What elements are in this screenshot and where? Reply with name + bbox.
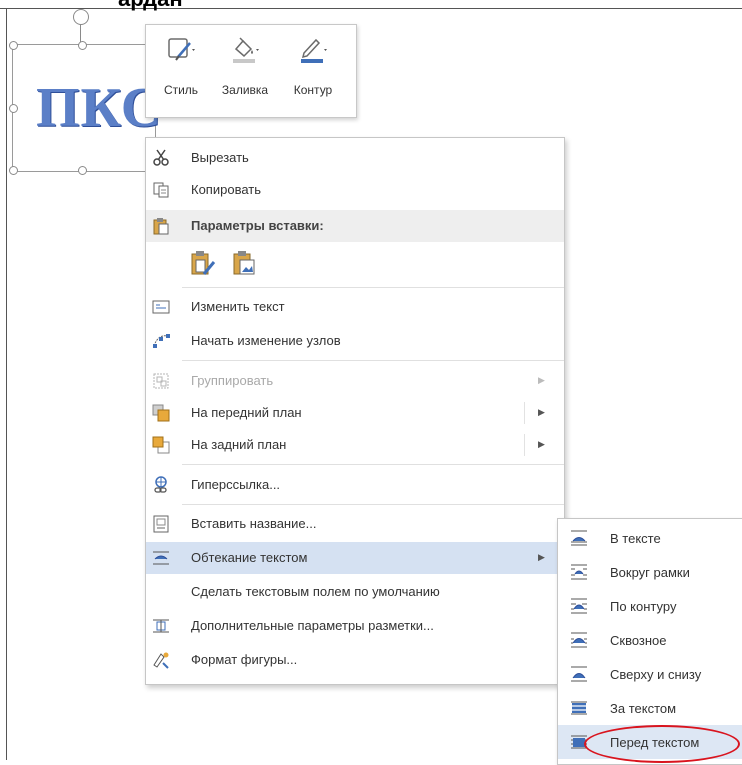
paste-icon <box>153 218 169 235</box>
menu-item-hyperlink[interactable]: Гиперссылка... <box>146 469 564 501</box>
layout-options-icon <box>153 619 169 633</box>
menu-separator <box>182 464 564 465</box>
outline-button[interactable]: Контур <box>282 25 344 117</box>
menu-item-label: Сделать текстовым полем по умолчанию <box>191 584 440 599</box>
shape-style-icon <box>168 38 195 61</box>
menu-item-label: Группировать <box>191 373 274 388</box>
paste-as-picture-icon[interactable] <box>232 250 258 278</box>
wrap-tight-icon <box>571 598 587 614</box>
outline-pen-icon <box>301 38 327 63</box>
menu-item-insert-caption[interactable]: Вставить название... <box>146 508 564 540</box>
submenu-item-tight[interactable]: По контуру <box>558 589 742 623</box>
paste-keep-formatting-icon[interactable] <box>190 250 216 278</box>
resize-handle[interactable] <box>78 166 87 175</box>
wrap-inline-icon <box>571 530 587 546</box>
rotate-handle[interactable] <box>73 9 89 25</box>
resize-handle[interactable] <box>9 41 18 50</box>
format-shape-icon <box>153 652 169 669</box>
menu-item-wrap-text[interactable]: Обтекание текстом ▶ <box>146 542 564 574</box>
menu-item-copy[interactable]: Копировать <box>146 174 564 206</box>
resize-handle[interactable] <box>9 166 18 175</box>
fill-button[interactable]: Заливка <box>214 25 276 117</box>
menu-item-edit-points[interactable]: Начать изменение узлов <box>146 325 564 357</box>
behind-text-icon <box>571 701 587 715</box>
menu-item-label: Вставить название... <box>191 516 317 531</box>
menu-item-label: Вырезать <box>191 150 249 165</box>
paste-options-row <box>146 244 564 284</box>
bring-forward-icon <box>152 404 170 422</box>
menu-item-more-layout-options[interactable]: Дополнительные параметры разметки... <box>146 610 564 642</box>
page-top-border <box>0 8 742 9</box>
split-divider <box>524 402 525 424</box>
wrap-square-icon <box>571 564 587 580</box>
submenu-item-label: По контуру <box>610 599 677 614</box>
menu-separator <box>182 360 564 361</box>
copy-icon <box>153 182 169 198</box>
menu-item-label: На передний план <box>191 405 302 420</box>
group-icon <box>153 373 169 389</box>
submenu-arrow-icon[interactable]: ▶ <box>538 407 545 418</box>
edit-points-icon <box>153 334 170 348</box>
resize-handle[interactable] <box>9 104 18 113</box>
edit-text-icon <box>152 300 170 314</box>
menu-item-cut[interactable]: Вырезать <box>146 142 564 174</box>
menu-item-set-default-textbox[interactable]: Сделать текстовым полем по умолчанию <box>146 576 564 608</box>
menu-item-send-backward[interactable]: На задний план ▶ <box>146 429 564 461</box>
submenu-item-label: В тексте <box>610 531 661 546</box>
submenu-item-top-bottom[interactable]: Сверху и снизу <box>558 657 742 691</box>
document-heading: ардан <box>118 0 183 12</box>
menu-item-format-shape[interactable]: Формат фигуры... <box>146 644 564 676</box>
menu-item-edit-text[interactable]: Изменить текст <box>146 291 564 323</box>
fill-bucket-icon <box>233 37 259 63</box>
split-divider <box>524 434 525 456</box>
style-button[interactable]: Стиль <box>150 25 212 117</box>
menu-item-bring-forward[interactable]: На передний план ▶ <box>146 397 564 429</box>
submenu-item-label: Сверху и снизу <box>610 667 702 682</box>
submenu-arrow-icon: ▶ <box>538 375 545 385</box>
menu-item-label: Гиперссылка... <box>191 477 281 492</box>
resize-handle[interactable] <box>78 41 87 50</box>
submenu-item-label: За текстом <box>610 701 677 716</box>
context-menu: Вырезать Копировать Параметры вставки: И… <box>145 137 565 685</box>
wordart-text[interactable]: ПКС <box>36 80 162 136</box>
submenu-item-inline[interactable]: В тексте <box>558 521 742 555</box>
hyperlink-icon <box>154 476 167 493</box>
submenu-item-square[interactable]: Вокруг рамки <box>558 555 742 589</box>
menu-item-label: Формат фигуры... <box>191 652 298 667</box>
submenu-item-behind-text[interactable]: За текстом <box>558 691 742 725</box>
menu-item-label: Копировать <box>191 182 261 197</box>
menu-section-paste-options: Параметры вставки: <box>146 210 564 242</box>
submenu-item-label: Вокруг рамки <box>610 565 690 580</box>
scissors-icon <box>153 149 169 166</box>
menu-item-label: Изменить текст <box>191 299 285 314</box>
submenu-arrow-icon: ▶ <box>538 552 545 562</box>
fill-button-label: Заливка <box>221 83 269 97</box>
wrap-text-icon <box>153 551 169 565</box>
page-left-border <box>6 8 7 760</box>
menu-item-group: Группировать ▶ <box>146 365 564 397</box>
submenu-item-through[interactable]: Сквозное <box>558 623 742 657</box>
send-backward-icon <box>152 436 170 454</box>
submenu-arrow-icon[interactable]: ▶ <box>538 439 545 450</box>
submenu-item-label: Сквозное <box>610 633 667 648</box>
menu-item-label: На задний план <box>191 437 287 452</box>
menu-item-label: Обтекание текстом <box>191 550 308 565</box>
outline-button-label: Контур <box>293 83 333 97</box>
style-button-label: Стиль <box>163 83 199 97</box>
menu-section-label: Параметры вставки: <box>191 218 324 233</box>
wrap-top-bottom-icon <box>571 666 587 682</box>
mini-toolbar: Стиль Заливка Контур <box>145 24 357 118</box>
annotation-ellipse <box>584 725 740 763</box>
menu-separator <box>182 287 564 288</box>
menu-separator <box>182 504 564 505</box>
menu-item-label: Дополнительные параметры разметки... <box>191 618 434 633</box>
insert-caption-icon <box>153 515 169 533</box>
wrap-through-icon <box>571 632 587 648</box>
menu-item-label: Начать изменение узлов <box>191 333 341 348</box>
